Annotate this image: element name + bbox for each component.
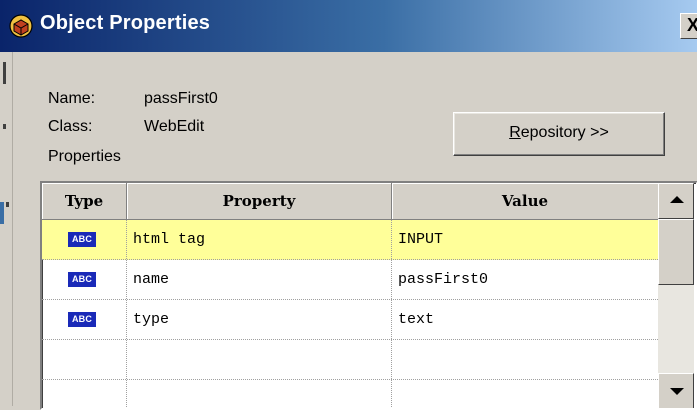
repository-button[interactable]: Repository >> [453,112,665,156]
abc-string-icon: ABC [68,312,96,327]
type-cell[interactable]: ABC [42,220,127,259]
edge-mark [6,202,9,207]
edge-mark [3,124,6,129]
edge-mark [3,62,6,84]
property-cell[interactable]: type [127,300,392,339]
column-header-value[interactable]: Value [392,183,659,220]
abc-string-icon: ABC [68,272,96,287]
table-row[interactable]: ABC type text [42,300,658,340]
vertical-scrollbar[interactable] [658,183,694,408]
close-button[interactable]: X [680,13,697,39]
property-cell[interactable]: html tag [127,220,392,259]
class-label: Class: [48,118,93,135]
column-header-property[interactable]: Property [127,183,392,220]
scroll-up-button[interactable] [658,183,694,219]
type-cell[interactable]: ABC [42,260,127,299]
scroll-down-button[interactable] [658,373,694,408]
repository-button-label: epository >> [520,124,609,141]
property-cell[interactable]: name [127,260,392,299]
edge-strip [0,202,4,224]
up-arrow-icon [670,196,684,203]
name-label: Name: [48,90,96,107]
table-row[interactable] [42,340,658,380]
type-cell[interactable]: ABC [42,300,127,339]
value-cell[interactable] [392,340,658,379]
column-header-type[interactable]: Type [42,183,127,220]
value-cell[interactable]: text [392,300,658,339]
down-arrow-icon [670,388,684,395]
properties-grid[interactable]: Type Property Value ABC html tag INPUT ABC n… [40,181,697,410]
property-cell[interactable] [127,340,392,379]
close-icon: X [686,15,697,35]
properties-label: Properties [48,148,121,165]
table-row[interactable]: ABC name passFirst0 [42,260,658,300]
name-value: passFirst0 [144,90,218,107]
object-properties-icon [9,14,33,38]
window-title: Object Properties [40,12,211,34]
value-cell[interactable]: passFirst0 [392,260,658,299]
title-bar[interactable]: Object Properties X [0,0,697,52]
background-window-edge [0,52,13,406]
value-cell[interactable]: INPUT [392,220,658,259]
class-value: WebEdit [144,118,205,135]
repository-accel-key: R [509,124,521,141]
abc-string-icon: ABC [68,232,96,247]
type-cell[interactable] [42,340,127,379]
table-row[interactable]: ABC html tag INPUT [42,220,658,260]
scroll-thumb[interactable] [658,219,694,285]
